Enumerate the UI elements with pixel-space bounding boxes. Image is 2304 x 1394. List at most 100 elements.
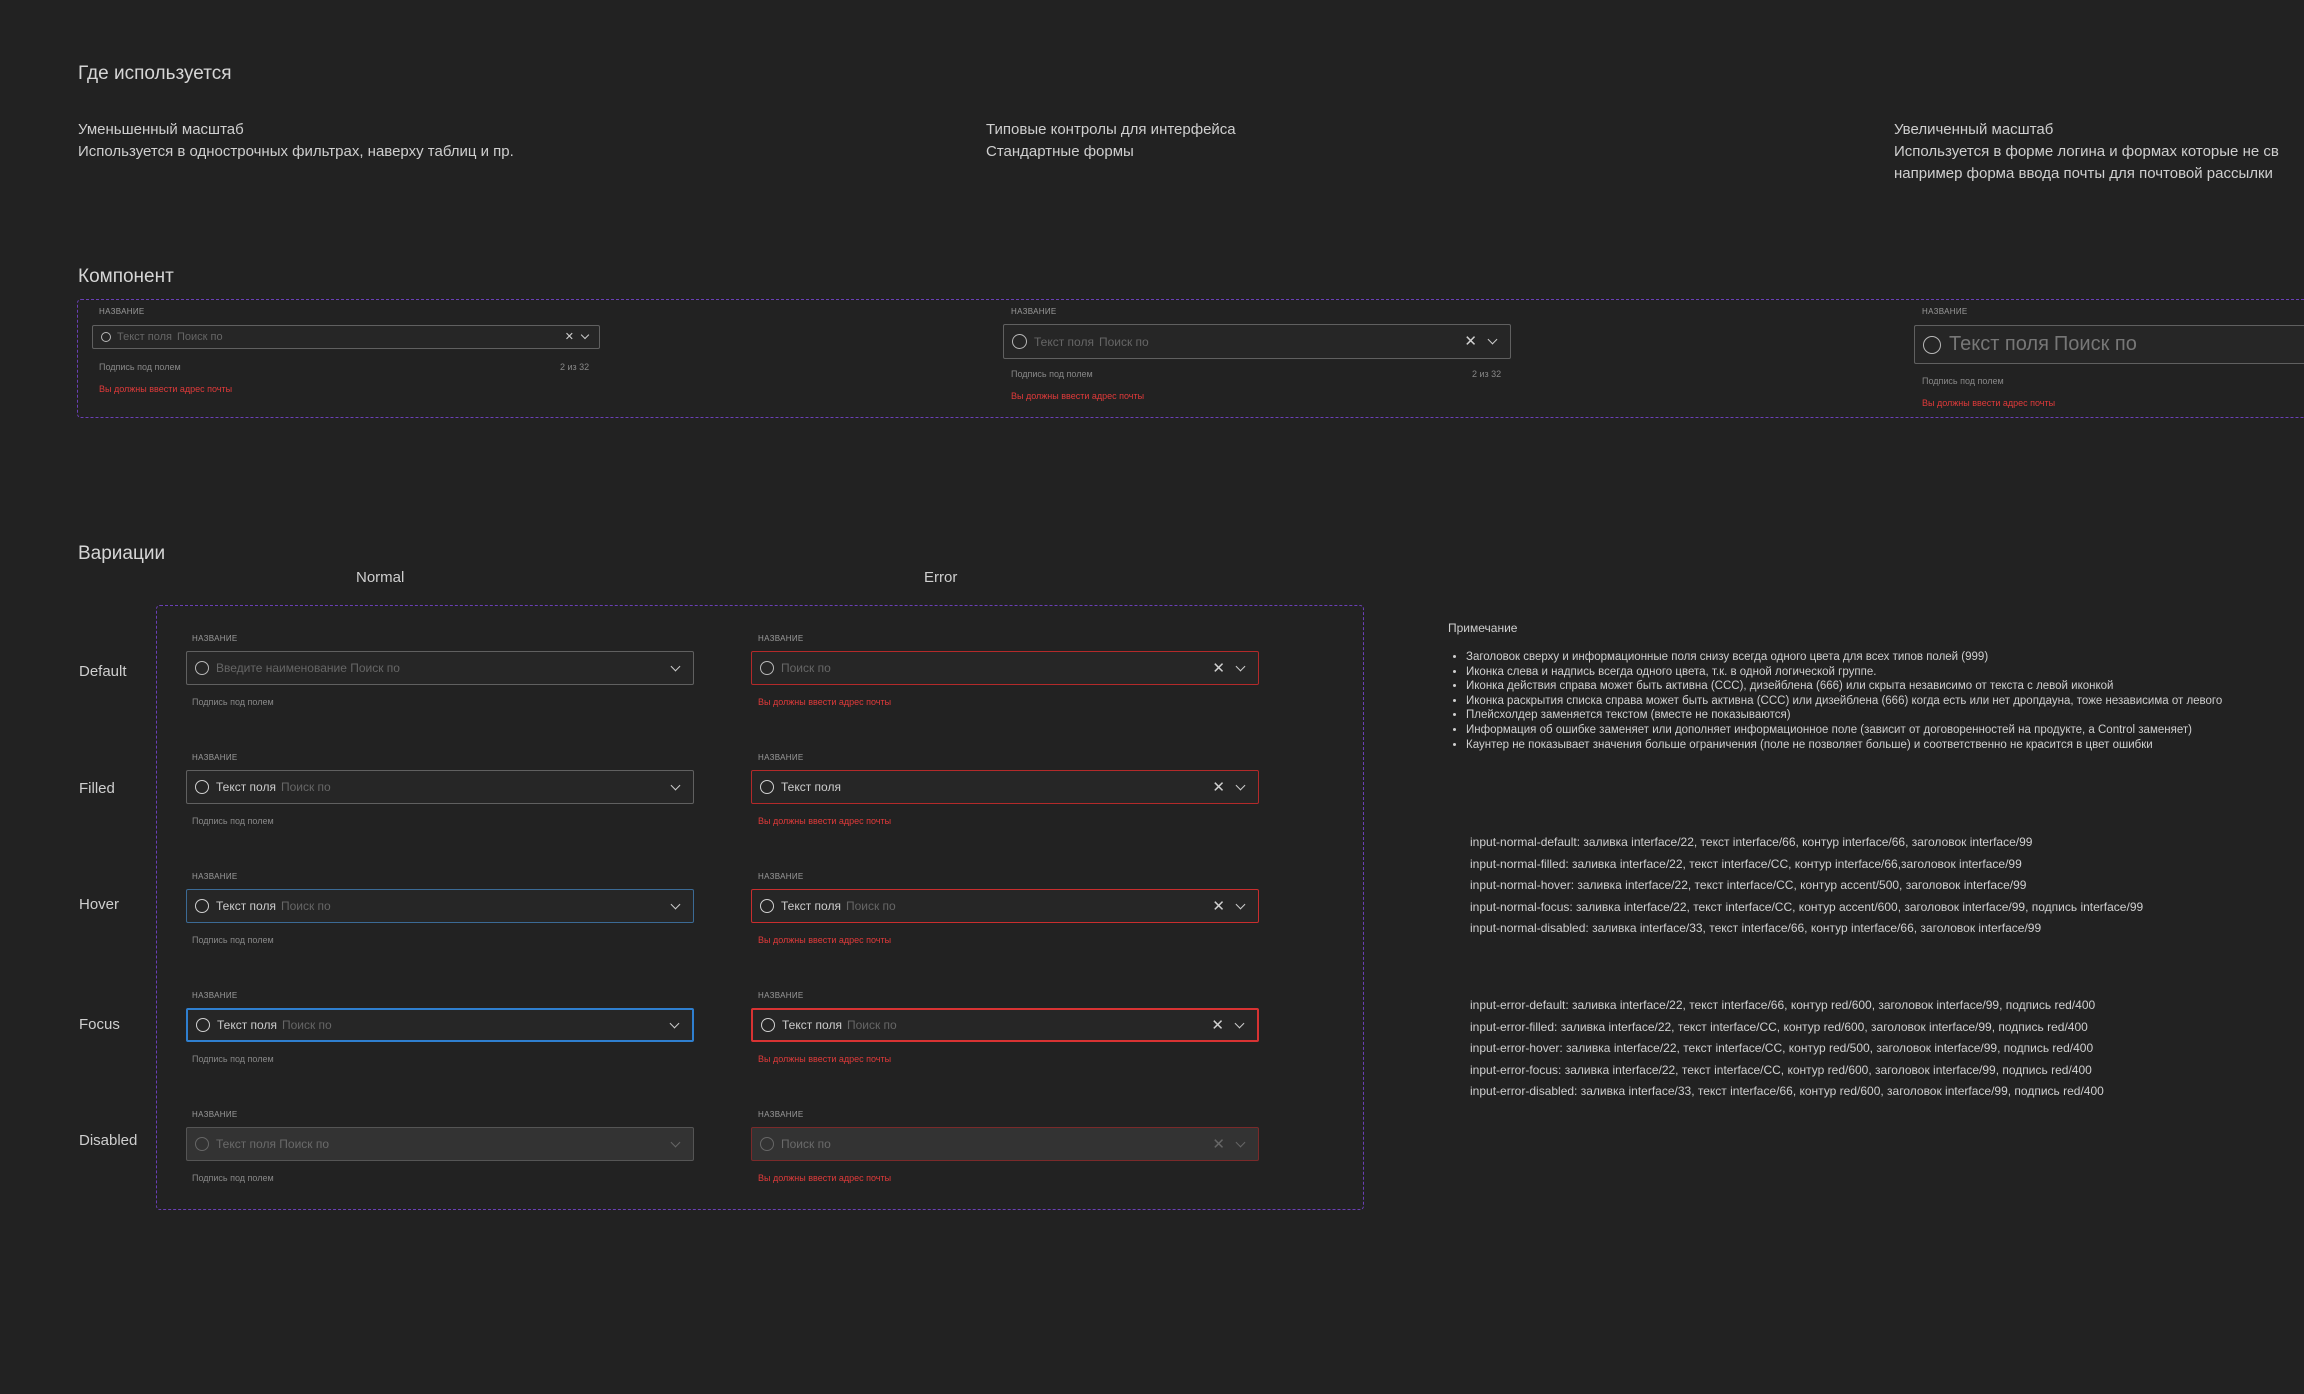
- input-normal-focus[interactable]: Текст поля Поиск по: [186, 1008, 694, 1042]
- chevron-down-icon[interactable]: [1234, 1018, 1245, 1028]
- input-placeholder: Поиск по: [846, 1018, 897, 1032]
- note-item: Иконка слева и надпись всегда одного цве…: [1466, 665, 2222, 680]
- small-input-field[interactable]: Текст поля Поиск по ✕: [92, 325, 600, 349]
- input-normal-filled[interactable]: Текст поля Поиск по: [186, 770, 694, 804]
- input-error-disabled[interactable]: Поиск по ✕: [751, 1127, 1259, 1161]
- input-placeholder: Поиск по: [781, 661, 831, 675]
- column-header-normal: Normal: [356, 569, 405, 586]
- clear-icon[interactable]: ✕: [1212, 661, 1225, 676]
- field-error: Вы должны ввести адрес почты: [1011, 391, 1145, 401]
- field-caption: Подпись под полем: [1922, 376, 2004, 386]
- input-value: Текст поля: [217, 1018, 277, 1032]
- input-placeholder: Поиск по: [2053, 333, 2137, 355]
- medium-input-field[interactable]: Текст поля Поиск по ✕: [1003, 324, 1511, 359]
- clear-icon: ✕: [1212, 1135, 1225, 1153]
- field-label: НАЗВАНИЕ: [192, 991, 238, 1000]
- input-placeholder: Поиск по: [845, 899, 896, 913]
- circle-icon: [196, 1018, 210, 1032]
- usage-line: Типовые контролы для интерфейса: [986, 121, 1236, 138]
- field-label: НАЗВАНИЕ: [192, 1110, 238, 1119]
- clear-icon[interactable]: ✕: [1464, 334, 1477, 349]
- usage-line: Уменьшенный масштаб: [78, 121, 244, 138]
- clear-icon[interactable]: ✕: [565, 331, 574, 343]
- input-value: Текст поля: [216, 780, 276, 794]
- clear-icon[interactable]: ✕: [1211, 1018, 1224, 1033]
- usage-title: Где используется: [78, 63, 232, 84]
- token-line: input-error-default: заливка interface/2…: [1470, 998, 2096, 1012]
- chevron-down-icon: [1235, 1137, 1246, 1147]
- input-value: Текст поля: [1949, 333, 2049, 355]
- field-error: Вы должны ввести адрес почты: [99, 384, 233, 394]
- input-error-focus[interactable]: Текст поля Поиск по ✕: [751, 1008, 1259, 1042]
- usage-line: например форма ввода почты для почтовой …: [1894, 165, 2273, 182]
- token-line: input-normal-disabled: заливка interface…: [1470, 921, 2042, 936]
- input-error-filled[interactable]: Текст поля ✕: [751, 770, 1259, 804]
- row-label-default: Default: [79, 663, 127, 680]
- input-normal-disabled[interactable]: Текст поля Поиск по: [186, 1127, 694, 1161]
- field-caption: Подпись под полем: [192, 697, 274, 707]
- field-counter: 2 из 32: [1472, 369, 1502, 379]
- input-error-hover[interactable]: Текст поля Поиск по ✕: [751, 889, 1259, 923]
- chevron-down-icon[interactable]: [1235, 780, 1246, 790]
- field-error: Вы должны ввести адрес почты: [758, 816, 892, 826]
- input-placeholder: Поиск по: [1098, 334, 1149, 349]
- token-line: input-error-disabled: заливка interface/…: [1470, 1084, 2104, 1099]
- circle-icon: [761, 1018, 775, 1032]
- field-caption: Подпись под полем: [192, 1173, 274, 1183]
- chevron-down-icon[interactable]: [1487, 334, 1498, 345]
- field-caption: Подпись под полем: [99, 362, 181, 372]
- chevron-down-icon[interactable]: [670, 780, 681, 790]
- variations-title: Вариации: [78, 543, 166, 564]
- input-placeholder: Поиск по: [781, 1137, 831, 1151]
- chevron-down-icon[interactable]: [669, 1018, 680, 1028]
- circle-icon: [195, 661, 209, 675]
- token-line: input-error-focus: заливка interface/22,…: [1470, 1062, 2092, 1077]
- field-error: Вы должны ввести адрес почты: [758, 1054, 892, 1064]
- large-input-field[interactable]: Текст поля Поиск по: [1914, 325, 2304, 364]
- field-label: НАЗВАНИЕ: [192, 753, 238, 762]
- input-normal-hover[interactable]: Текст поля Поиск по: [186, 889, 694, 923]
- column-header-error: Error: [924, 569, 958, 586]
- clear-icon[interactable]: ✕: [1212, 780, 1225, 795]
- input-value: Текст поля: [781, 780, 841, 794]
- circle-icon: [760, 661, 774, 675]
- clear-icon[interactable]: ✕: [1212, 899, 1225, 914]
- input-placeholder: Поиск по: [280, 899, 331, 913]
- note-item: Иконка раскрытия списка справа может быт…: [1466, 694, 2222, 709]
- usage-line: Стандартные формы: [986, 143, 1134, 160]
- field-error: Вы должны ввести адрес почты: [758, 697, 892, 707]
- chevron-down-icon[interactable]: [580, 330, 590, 340]
- input-normal-default[interactable]: Введите наименование Поиск по: [186, 651, 694, 685]
- usage-column-small: Уменьшенный масштаб Используется в однос…: [78, 119, 514, 163]
- circle-icon: [760, 899, 774, 913]
- input-value: Текст поля: [781, 899, 841, 913]
- note-item: Иконка действия справа может быть активн…: [1466, 679, 2222, 694]
- field-label: НАЗВАНИЕ: [758, 1110, 804, 1119]
- chevron-down-icon[interactable]: [670, 661, 681, 671]
- input-placeholder: Поиск по: [281, 1018, 332, 1032]
- circle-icon: [760, 1137, 774, 1151]
- token-line: input-error-hover: заливка interface/22,…: [1470, 1041, 2094, 1056]
- input-placeholder: Поиск по: [176, 331, 223, 343]
- chevron-down-icon[interactable]: [670, 899, 681, 909]
- field-error: Вы должны ввести адрес почты: [758, 935, 892, 945]
- usage-line: Используется в форме логина и формах кот…: [1894, 143, 2279, 160]
- circle-icon: [195, 1137, 209, 1151]
- note-item: Каунтер не показывает значения больше ог…: [1466, 738, 2222, 753]
- chevron-down-icon[interactable]: [1235, 661, 1246, 671]
- field-caption: Подпись под полем: [192, 1054, 274, 1064]
- input-error-default[interactable]: Поиск по ✕: [751, 651, 1259, 685]
- tokens-normal: input-normal-default: заливка interface/…: [1470, 832, 2143, 940]
- component-title: Компонент: [78, 266, 174, 287]
- circle-icon: [1012, 334, 1027, 349]
- chevron-down-icon[interactable]: [1235, 899, 1246, 909]
- note-item: Плейсхолдер заменяется текстом (вместе н…: [1466, 708, 2222, 723]
- row-label-disabled: Disabled: [79, 1132, 138, 1149]
- field-error: Вы должны ввести адрес почты: [758, 1173, 892, 1183]
- notes-list: Заголовок сверху и информационные поля с…: [1448, 650, 2222, 752]
- field-label: НАЗВАНИЕ: [99, 307, 145, 316]
- note-item: Информация об ошибке заменяет или дополн…: [1466, 723, 2222, 738]
- field-caption: Подпись под полем: [192, 816, 274, 826]
- row-label-focus: Focus: [79, 1016, 120, 1033]
- field-label: НАЗВАНИЕ: [192, 872, 238, 881]
